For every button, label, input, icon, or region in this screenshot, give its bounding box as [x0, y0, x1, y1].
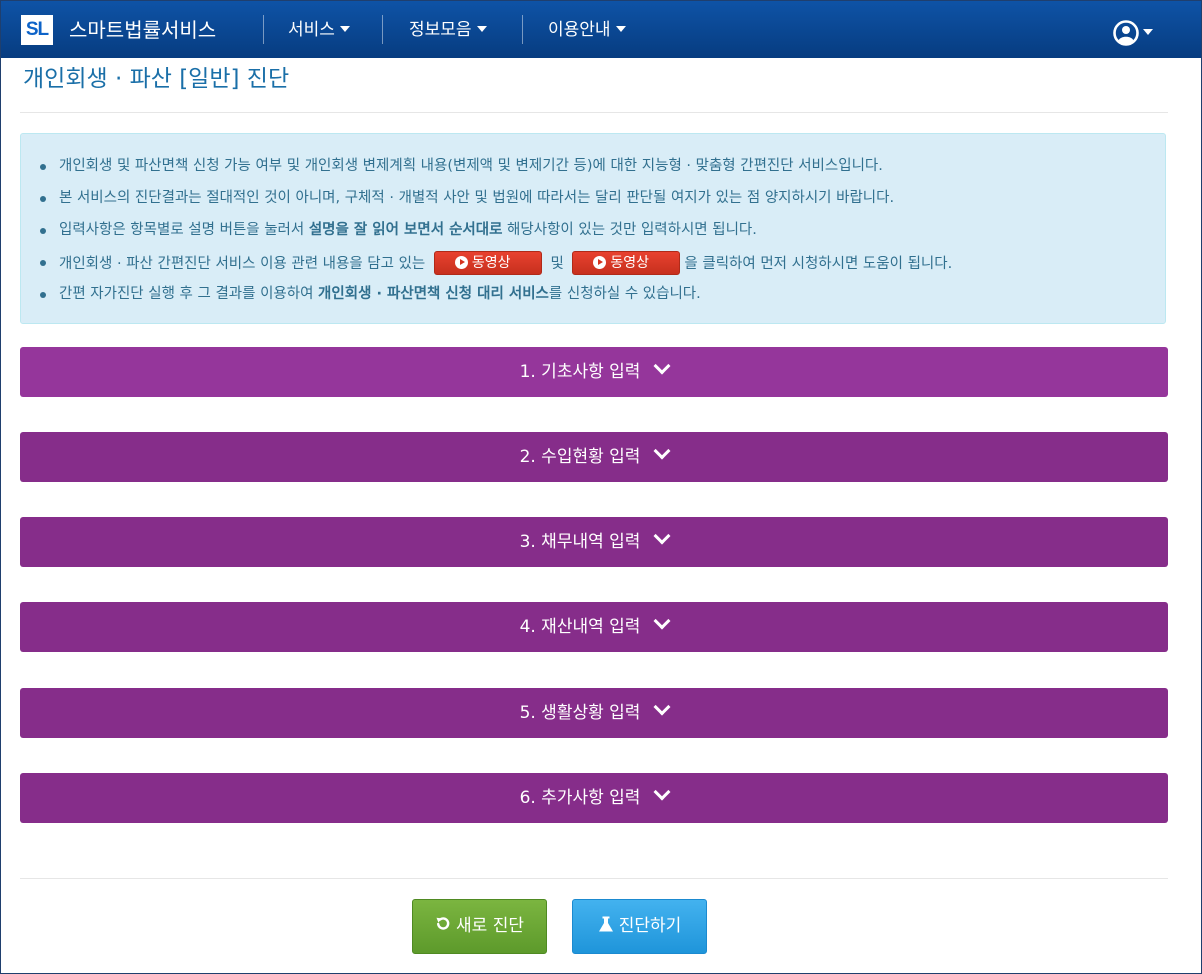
- reset-diagnosis-button[interactable]: 새로 진단: [412, 899, 547, 954]
- diagnose-button[interactable]: 진단하기: [572, 899, 707, 954]
- chevron-down-icon: [653, 783, 671, 801]
- section-label: 2. 수입현황 입력: [519, 447, 641, 467]
- list-item: 입력사항은 항목별로 설명 버튼을 눌러서 설명을 잘 읽어 보면서 순서대로 …: [40, 220, 757, 240]
- play-icon: [593, 255, 607, 269]
- section-label: 4. 재산내역 입력: [519, 617, 641, 637]
- button-label: 진단하기: [618, 916, 682, 936]
- play-icon: [454, 255, 468, 269]
- brand-name[interactable]: 스마트법률서비스: [69, 16, 216, 44]
- section-label: 3. 채무내역 입력: [519, 532, 641, 552]
- video-button-label: 동영상: [471, 255, 511, 271]
- info-text: 간편 자가진단 실행 후 그 결과를 이용하여: [59, 286, 319, 302]
- bullet-icon: [40, 196, 46, 202]
- list-item: 개인회생 · 파산 간편진단 서비스 이용 관련 내용을 담고 있는 동영상 및…: [40, 251, 953, 276]
- info-text: 본 서비스의 진단결과는 절대적인 것이 아니며, 구체적 · 개별적 사안 및…: [59, 190, 895, 206]
- info-text: 개인회생 및 파산면책 신청 가능 여부 및 개인회생 변제계획 내용(변제액 …: [59, 158, 883, 174]
- bullet-icon: [40, 164, 46, 170]
- top-navbar: SL 스마트법률서비스 서비스 정보모음 이용안내: [1, 1, 1201, 58]
- caret-down-icon: [339, 26, 350, 32]
- info-text: 입력사항은 항목별로 설명 버튼을 눌러서: [59, 222, 309, 238]
- info-text-strong: 설명을 잘 읽어 보면서 순서대로: [308, 222, 503, 238]
- video-button[interactable]: 동영상: [572, 251, 681, 275]
- info-text: 를 신청하실 수 있습니다.: [548, 286, 701, 302]
- info-text-strong: 개인회생 · 파산면책 신청 대리 서비스: [318, 286, 549, 302]
- bullet-icon: [40, 292, 46, 298]
- video-button[interactable]: 동영상: [433, 251, 542, 275]
- caret-down-icon: [615, 26, 626, 32]
- section-living[interactable]: 5. 생활상황 입력: [20, 688, 1168, 738]
- section-debts[interactable]: 3. 채무내역 입력: [20, 517, 1168, 567]
- divider: [20, 112, 1168, 113]
- nav-menu-services[interactable]: 서비스: [288, 16, 350, 44]
- nav-divider: [522, 15, 523, 44]
- info-text: 해당사항이 있는 것만 입력하시면 됩니다.: [502, 222, 757, 238]
- nav-menu-label: 서비스: [288, 20, 335, 40]
- caret-down-icon: [476, 26, 487, 32]
- divider: [20, 878, 1168, 879]
- bullet-icon: [40, 260, 46, 266]
- bullet-icon: [40, 228, 46, 234]
- flask-icon: [598, 916, 613, 931]
- chevron-down-icon: [653, 442, 671, 460]
- video-button-label: 동영상: [610, 255, 650, 271]
- info-text: 개인회생 · 파산 간편진단 서비스 이용 관련 내용을 담고 있는: [59, 256, 426, 272]
- user-circle-icon: [1113, 20, 1139, 46]
- section-basic-info[interactable]: 1. 기초사항 입력: [20, 347, 1168, 397]
- brand-logo[interactable]: SL: [21, 15, 53, 45]
- button-label: 새로 진단: [456, 916, 524, 936]
- nav-menu-guide[interactable]: 이용안내: [548, 16, 626, 44]
- section-assets[interactable]: 4. 재산내역 입력: [20, 602, 1168, 652]
- chevron-down-icon: [653, 612, 671, 630]
- section-label: 5. 생활상황 입력: [519, 703, 641, 723]
- page-title: 개인회생 · 파산 [일반] 진단: [23, 66, 290, 92]
- info-alert: 개인회생 및 파산면책 신청 가능 여부 및 개인회생 변제계획 내용(변제액 …: [20, 133, 1166, 324]
- nav-menu-label: 정보모음: [409, 20, 472, 40]
- nav-menu-info[interactable]: 정보모음: [409, 16, 487, 44]
- list-item: 본 서비스의 진단결과는 절대적인 것이 아니며, 구체적 · 개별적 사안 및…: [40, 188, 895, 208]
- nav-divider: [263, 15, 264, 44]
- user-menu[interactable]: [1113, 19, 1153, 47]
- chevron-down-icon: [653, 698, 671, 716]
- caret-down-icon: [1143, 29, 1153, 35]
- list-item: 간편 자가진단 실행 후 그 결과를 이용하여 개인회생 · 파산면책 신청 대…: [40, 284, 701, 304]
- undo-icon: [436, 917, 450, 930]
- nav-divider: [382, 15, 383, 44]
- chevron-down-icon: [653, 527, 671, 545]
- section-label: 6. 추가사항 입력: [519, 788, 641, 808]
- chevron-down-icon: [653, 357, 671, 375]
- section-income[interactable]: 2. 수입현황 입력: [20, 432, 1168, 482]
- list-item: 개인회생 및 파산면책 신청 가능 여부 및 개인회생 변제계획 내용(변제액 …: [40, 156, 883, 176]
- section-additional[interactable]: 6. 추가사항 입력: [20, 773, 1168, 823]
- nav-menu-label: 이용안내: [548, 20, 611, 40]
- info-text: 및: [550, 256, 564, 272]
- section-label: 1. 기초사항 입력: [519, 362, 641, 382]
- info-text: 을 클릭하여 먼저 시청하시면 도움이 됩니다.: [684, 256, 953, 272]
- app-frame: SL 스마트법률서비스 서비스 정보모음 이용안내 개인회생 · 파산 [일반]…: [0, 0, 1202, 974]
